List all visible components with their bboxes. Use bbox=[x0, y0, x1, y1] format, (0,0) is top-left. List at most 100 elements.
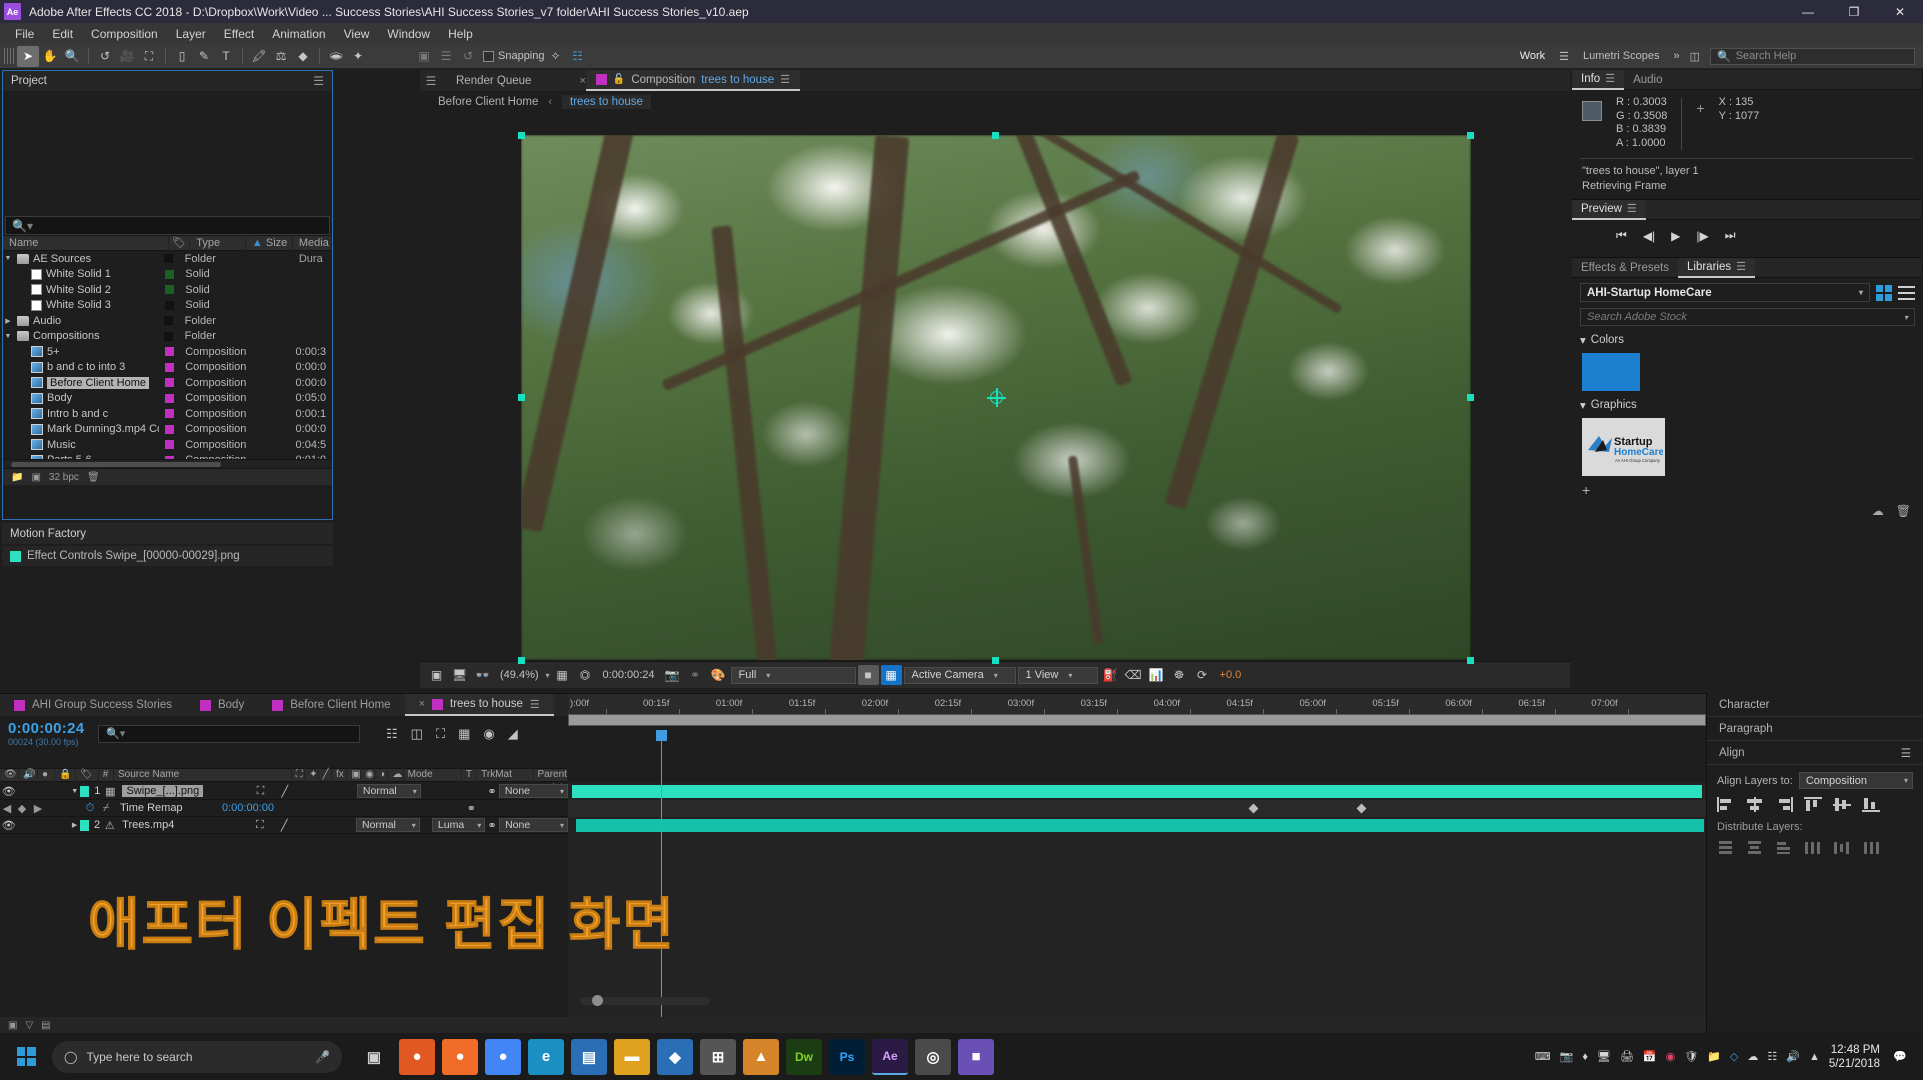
tray-folder-icon[interactable]: 📁 bbox=[1707, 1050, 1721, 1063]
play-button[interactable]: ▶ bbox=[1671, 229, 1680, 243]
pixel-aspect-icon[interactable]: ⛽ bbox=[1100, 665, 1121, 685]
timeline-ruler[interactable]: ):00f00:15f01:00f01:15f02:00f02:15f03:00… bbox=[568, 694, 1706, 714]
switch-collapse-icon[interactable]: ✦ bbox=[305, 768, 318, 782]
transparency-grid-icon[interactable]: ■ bbox=[858, 665, 879, 685]
workspace-menu-icon[interactable]: ☰ bbox=[1559, 50, 1569, 63]
explorer-icon[interactable]: ▬ bbox=[614, 1039, 650, 1075]
time-remap-property-row[interactable]: ◀◆▶⏱⌿Time Remap0:00:00:00⚭ bbox=[0, 800, 568, 817]
audio-switch-icon[interactable]: 🔊 bbox=[19, 768, 38, 782]
tray-usb-icon[interactable]: ♦ bbox=[1582, 1051, 1588, 1063]
library-color-swatch[interactable] bbox=[1582, 353, 1640, 391]
menu-item-view[interactable]: View bbox=[335, 25, 379, 43]
column-media-duration[interactable]: Media Dura bbox=[293, 235, 332, 251]
draft-3d-icon[interactable]: ◫ bbox=[411, 726, 423, 742]
paragraph-panel-tab[interactable]: Paragraph bbox=[1707, 717, 1923, 741]
layer-switch-shy-icon[interactable]: ⛶ bbox=[254, 785, 266, 798]
keyframe-prev-icon[interactable]: ◀ bbox=[0, 802, 14, 815]
project-item-row[interactable]: Intro b and cComposition0:00:1 bbox=[3, 406, 332, 422]
composition-viewer[interactable] bbox=[420, 113, 1570, 661]
library-graphic-item[interactable]: Startup HomeCare An AHI Group Company bbox=[1582, 418, 1665, 476]
tray-printer-icon[interactable]: 🖨 bbox=[1620, 1050, 1634, 1063]
main-viewer-icon[interactable]: 🖥 bbox=[449, 665, 470, 685]
start-button[interactable] bbox=[0, 1033, 52, 1080]
label-color-swatch[interactable] bbox=[165, 270, 174, 279]
menu-item-layer[interactable]: Layer bbox=[167, 25, 215, 43]
library-dropdown[interactable]: AHI-Startup HomeCare ▾ bbox=[1580, 283, 1870, 302]
reverse-path-icon[interactable]: ↺ bbox=[457, 46, 479, 67]
toggle-switches-modes-icon[interactable]: ▣ bbox=[8, 1020, 17, 1031]
delete-library-item-icon[interactable]: 🗑 bbox=[1896, 504, 1911, 518]
video-switch-icon[interactable]: 👁 bbox=[0, 768, 19, 782]
composition-tab[interactable]: 🔓 Composition trees to house ☰ bbox=[586, 70, 800, 91]
column-source-name[interactable]: Source Name bbox=[114, 768, 292, 782]
graph-editor-property-icon[interactable]: ⌿ bbox=[98, 802, 114, 815]
label-color-swatch[interactable] bbox=[165, 363, 174, 372]
menu-item-file[interactable]: File bbox=[6, 25, 43, 43]
task-view-icon[interactable]: ▣ bbox=[356, 1039, 392, 1075]
label-color-swatch[interactable] bbox=[165, 409, 174, 418]
distribute-left-icon[interactable] bbox=[1804, 840, 1822, 855]
timeline-tab[interactable]: ×trees to house☰ bbox=[405, 694, 554, 716]
first-frame-button[interactable]: ⏮ bbox=[1616, 228, 1627, 243]
selection-handle-bottom-right[interactable] bbox=[1467, 657, 1474, 664]
composition-tab-menu-icon[interactable]: ☰ bbox=[780, 73, 790, 86]
switch-adjustment-icon[interactable]: ◑ bbox=[375, 768, 388, 782]
hand-tool-icon[interactable]: ✋ bbox=[39, 46, 61, 67]
notifications-icon[interactable]: 💬 bbox=[1889, 1042, 1911, 1072]
project-item-row[interactable]: 5+Composition0:00:3 bbox=[3, 344, 332, 360]
store-icon[interactable]: ▤ bbox=[571, 1039, 607, 1075]
label-color-swatch[interactable] bbox=[165, 347, 174, 356]
edge-icon[interactable]: e bbox=[528, 1039, 564, 1075]
workspace-scopes-button[interactable]: Lumetri Scopes bbox=[1579, 49, 1663, 63]
tab-info[interactable]: Info ☰ bbox=[1572, 70, 1624, 90]
label-color-swatch[interactable] bbox=[165, 301, 174, 310]
dreamweaver-icon[interactable]: Dw bbox=[786, 1039, 822, 1075]
minimize-button[interactable]: — bbox=[1785, 0, 1831, 23]
layer-switch-quality-icon[interactable]: ╱ bbox=[279, 785, 291, 798]
roto-brush-tool-icon[interactable]: 🕳 bbox=[325, 46, 347, 67]
tray-cloud-icon[interactable]: ☁ bbox=[1747, 1050, 1758, 1063]
puppet-tool-icon[interactable]: ✦ bbox=[347, 46, 369, 67]
layer-video-toggle-icon[interactable]: 👁 bbox=[0, 785, 17, 798]
show-snapshot-icon[interactable]: ⚭ bbox=[685, 665, 706, 685]
align-panel-tab[interactable]: Align ☰ bbox=[1707, 741, 1923, 765]
delete-icon[interactable]: 🗑 bbox=[87, 472, 100, 483]
tray-network-icon[interactable]: ☷ bbox=[1767, 1050, 1777, 1063]
magnet-icon[interactable]: ✧ bbox=[545, 46, 567, 67]
align-left-icon[interactable] bbox=[1717, 797, 1735, 812]
motion-factory-panel-tab[interactable]: Motion Factory bbox=[2, 523, 333, 544]
fast-previews-icon[interactable]: ⌫ bbox=[1123, 665, 1144, 685]
project-item-row[interactable]: White Solid 3Solid bbox=[3, 298, 332, 314]
view-layout-dropdown[interactable]: 1 View ▾ bbox=[1018, 667, 1098, 684]
keyframe-next-icon[interactable]: ▶ bbox=[30, 802, 46, 815]
layer-expand-icon[interactable]: ▼ bbox=[69, 788, 79, 795]
tray-dropbox-icon[interactable]: ◇ bbox=[1730, 1050, 1738, 1063]
align-panel-menu-icon[interactable]: ☰ bbox=[1901, 746, 1911, 760]
layer-label-color[interactable] bbox=[80, 786, 90, 797]
graph-editor-icon[interactable]: ◢ bbox=[508, 726, 518, 742]
pan-behind-tool-icon[interactable]: ⛶ bbox=[138, 46, 160, 67]
parent-pickwhip-icon[interactable]: ⚭ bbox=[485, 785, 499, 798]
calendar-icon[interactable]: ⊞ bbox=[700, 1039, 736, 1075]
preview-panel-menu-icon[interactable]: ☰ bbox=[1627, 202, 1637, 215]
tray-opera-icon[interactable]: ◉ bbox=[1666, 1050, 1676, 1063]
label-color-swatch[interactable] bbox=[165, 394, 174, 403]
distribute-right-icon[interactable] bbox=[1862, 840, 1880, 855]
new-folder-icon[interactable]: 📁 bbox=[11, 472, 23, 483]
tray-volume-icon[interactable]: 🔊 bbox=[1786, 1050, 1800, 1063]
menu-item-edit[interactable]: Edit bbox=[43, 25, 82, 43]
lock-icon[interactable]: 🔓 bbox=[613, 74, 625, 85]
snapping-checkbox[interactable] bbox=[483, 51, 494, 62]
keyframe-marker[interactable] bbox=[1357, 804, 1367, 814]
photoshop-icon[interactable]: Ps bbox=[829, 1039, 865, 1075]
always-preview-icon[interactable]: ▣ bbox=[426, 665, 447, 685]
firefox2-icon[interactable]: ● bbox=[442, 1039, 478, 1075]
distribute-horizontal-center-icon[interactable] bbox=[1833, 840, 1851, 855]
tab-effects-presets[interactable]: Effects & Presets bbox=[1572, 258, 1678, 278]
workspace-overflow-icon[interactable]: » bbox=[1673, 50, 1679, 62]
composition-mini-flowchart-icon[interactable]: ☷ bbox=[386, 726, 398, 742]
hide-shy-layers-icon[interactable]: ⛶ bbox=[436, 726, 445, 742]
timeline-graph-icon[interactable]: 📊 bbox=[1146, 665, 1167, 685]
align-top-icon[interactable] bbox=[1804, 797, 1822, 812]
align-layers-to-dropdown[interactable]: Composition ▾ bbox=[1799, 772, 1913, 789]
